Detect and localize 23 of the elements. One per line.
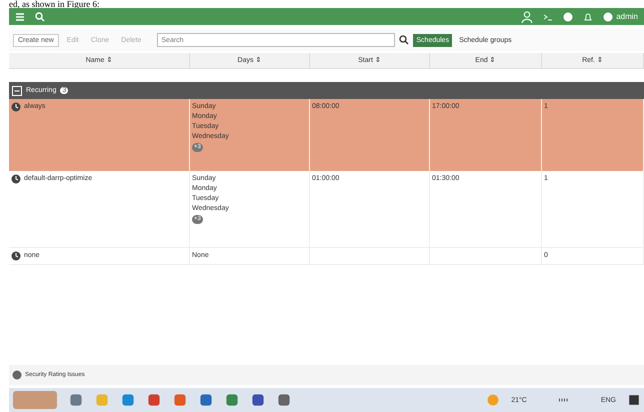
weather-icon bbox=[487, 394, 500, 406]
app-icon[interactable] bbox=[121, 393, 135, 407]
collapse-icon[interactable] bbox=[12, 86, 22, 96]
notification-icon[interactable] bbox=[628, 394, 640, 406]
user-icon bbox=[603, 12, 614, 22]
user-menu[interactable]: admin bbox=[603, 12, 638, 22]
app-icon[interactable] bbox=[277, 393, 291, 407]
terminal-icon[interactable] bbox=[543, 12, 554, 22]
app-icon[interactable] bbox=[225, 393, 239, 407]
thumbnail-placeholder bbox=[13, 391, 57, 409]
bell-icon[interactable] bbox=[583, 12, 594, 22]
search-icon[interactable] bbox=[399, 35, 410, 45]
app-icon[interactable] bbox=[199, 393, 213, 407]
schedule-icon bbox=[11, 251, 21, 261]
schedule-icon bbox=[11, 174, 21, 184]
person-icon[interactable] bbox=[521, 10, 534, 22]
app-icon[interactable] bbox=[69, 393, 83, 407]
schedule-icon bbox=[11, 102, 21, 112]
menu-icon[interactable] bbox=[15, 12, 25, 22]
app-icon[interactable] bbox=[251, 393, 265, 407]
app-icon[interactable] bbox=[147, 393, 161, 407]
app-icon[interactable] bbox=[173, 393, 187, 407]
user-name: admin bbox=[616, 12, 638, 21]
